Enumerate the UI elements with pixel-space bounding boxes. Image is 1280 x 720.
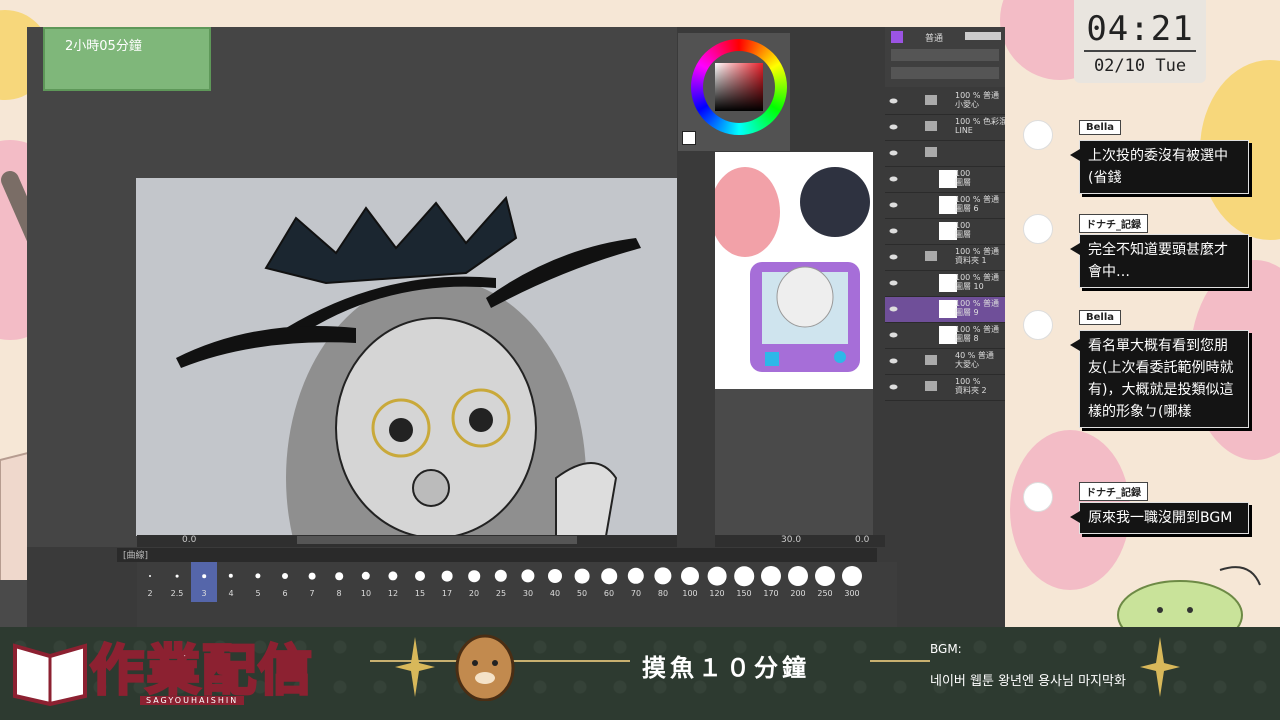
folder-icon [925,95,937,105]
chibi-reference-image [715,152,873,389]
reference-preview [715,152,873,389]
layer-panel: 普通 100 % 普通 小愛心 100 % 色彩混 LINE 100 圖層 100 %… [885,27,1005,547]
layer-name: 40 % 普通 大愛心 [955,351,994,369]
layer-color-swatch[interactable] [891,31,903,43]
layer-row[interactable]: 100 圖層 [885,167,1005,193]
layer-name: 100 圖層 [955,169,971,187]
sagyou-logo: 作業配信 SAGYOUHAISHIN [10,604,370,714]
chat-avatar [1023,310,1053,340]
logo-subtitle: SAGYOUHAISHIN [140,696,245,705]
bgm-label: BGM: [930,642,962,656]
canvas-area[interactable]: 2小時05分鐘 0.0 [27,27,717,547]
layer-name: 100 % 普通 圖層 6 [955,195,999,213]
chat-username: ドナチ_記録 [1079,482,1148,501]
navigator-zoom[interactable]: 30.0 [781,535,801,545]
chat-bubble: 上次投的委沒有被選中(省錢 [1070,140,1249,194]
eye-icon[interactable] [889,201,898,208]
work-timer: 2小時05分鐘 [43,27,211,91]
folder-icon [925,381,937,391]
layer-name: 100 % 資料夾 2 [955,377,987,395]
layer-row[interactable]: 100 % 普通 圖層 9 [885,297,1005,323]
layer-row[interactable]: 100 % 普通 圖層 6 [885,193,1005,219]
eye-icon[interactable] [889,227,898,234]
folder-icon [925,251,937,261]
folder-icon [925,147,937,157]
logo-text: 作業配信 [89,638,314,704]
layer-tool-icons-row2[interactable] [891,67,999,79]
chat-avatar [1023,214,1053,244]
layer-name: 100 % 普通 圖層 9 [955,299,999,317]
eye-icon[interactable] [889,305,898,312]
layer-name: 100 % 普通 資料夾 1 [955,247,999,265]
blend-mode-select[interactable]: 普通 [925,31,943,44]
layer-folder-row[interactable]: 100 % 普通 小愛心 [885,89,1005,115]
chat-bubble: 原來我一職沒開到BGM [1070,502,1249,534]
stream-clock: 04:21 02/10 Tue [1074,0,1206,83]
chat-username: Bella [1079,120,1122,135]
navigator-status-bar: 30.0 0.0 [715,535,885,547]
layer-row[interactable]: 100 % 普通 圖層 8 [885,323,1005,349]
layer-folder-row[interactable]: 100 % 資料夾 2 [885,375,1005,401]
chat-bubble: 看名單大概有看到您朋友(上次看委託範例時就有)，大概就是投類似這樣的形象ㄅ(哪樣 [1070,330,1249,428]
canvas-status-bar: 0.0 [137,535,717,547]
layer-row[interactable]: 100 圖層 [885,219,1005,245]
eye-icon[interactable] [889,97,898,104]
eye-icon[interactable] [889,253,898,260]
layer-name: 100 % 普通 小愛心 [955,91,999,109]
sketch-artwork [176,195,641,536]
chat-bubble: 完全不知道要頭甚麼才會中… [1070,234,1249,288]
chat-avatar [1023,482,1053,512]
eye-icon[interactable] [889,331,898,338]
sparkle-icon [1140,637,1180,697]
eye-icon[interactable] [889,279,898,286]
layer-toolbar: 普通 [885,27,1005,87]
canvas-scrollbar[interactable] [297,536,577,544]
stream-title: 摸魚１０分鐘 [642,654,810,682]
clock-time: 04:21 [1086,9,1194,49]
clock-date: 02/10 Tue [1084,50,1196,76]
eye-icon[interactable] [889,357,898,364]
layer-folder-row[interactable]: 100 % 普通 資料夾 1 [885,245,1005,271]
chat-avatar [1023,120,1053,150]
layer-tool-icons[interactable] [891,49,999,61]
sparkle-icon [395,637,435,697]
drawing-canvas[interactable] [136,178,702,536]
color-saturation-square[interactable] [715,63,763,111]
banner-divider [870,660,930,662]
layer-name: 100 % 普通 圖層 10 [955,273,999,291]
layer-folder-row[interactable]: 100 % 色彩混 LINE [885,115,1005,141]
layer-folder-row[interactable] [885,141,1005,167]
clip-studio-window: 2小時05分鐘 0.0 30.0 0.0 普通 100 % 普通 小愛心 100… [27,27,1005,627]
preview-empty-area [715,389,873,537]
eye-icon[interactable] [889,175,898,182]
canvas-status-value: 0.0 [182,535,197,545]
chat-username: ドナチ_記録 [1079,214,1148,233]
opacity-slider[interactable] [965,32,1001,40]
folder-icon [925,121,937,131]
layer-name: 100 圖層 [955,221,971,239]
layer-name: 100 % 普通 圖層 8 [955,325,999,343]
eye-icon[interactable] [889,123,898,130]
eye-icon[interactable] [889,383,898,390]
layer-name: 100 % 色彩混 LINE [955,117,1005,135]
bgm-song: 네이버 웹툰 왕년엔 용사님 마지막화 [930,674,1126,689]
book-pen-icon [13,643,87,706]
folder-icon [925,355,937,365]
beaver-mascot [455,634,515,701]
main-color-swatch[interactable] [682,131,696,145]
chat-username: Bella [1079,310,1122,325]
layer-folder-row[interactable]: 40 % 普通 大愛心 [885,349,1005,375]
eye-icon[interactable] [889,149,898,156]
layer-row[interactable]: 100 % 普通 圖層 10 [885,271,1005,297]
navigator-rotation[interactable]: 0.0 [855,535,869,545]
